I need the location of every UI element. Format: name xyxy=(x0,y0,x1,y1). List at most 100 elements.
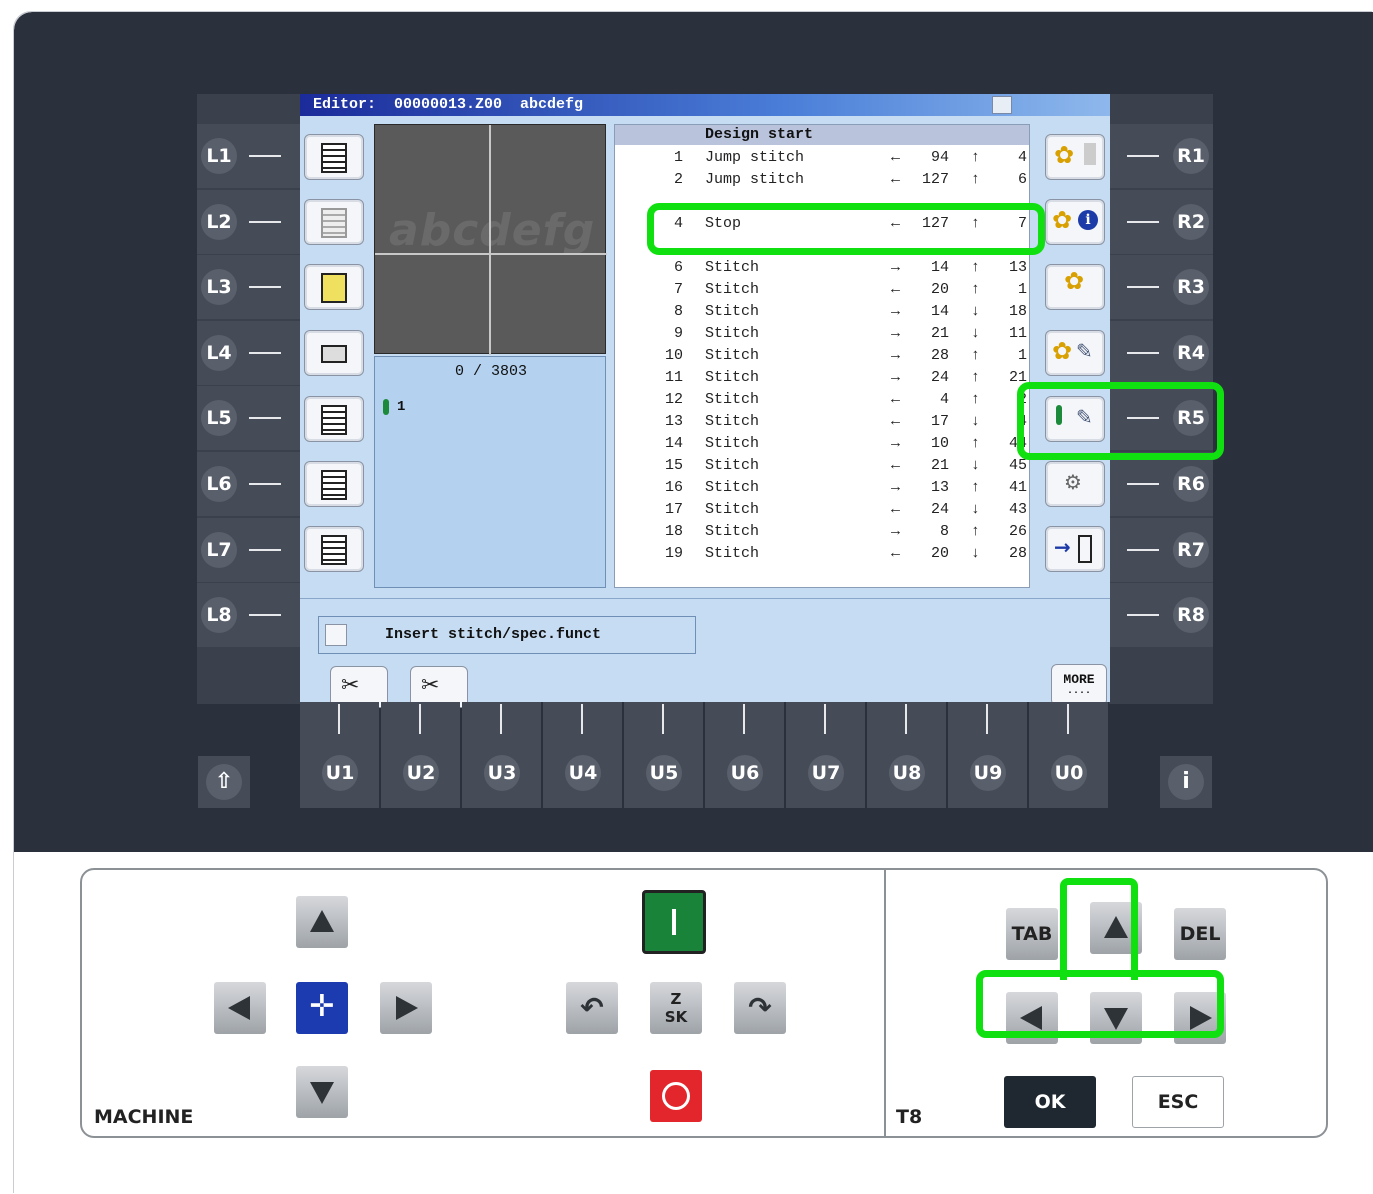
stitch-row[interactable]: 11 Stitch → 24 ↑ 21 xyxy=(615,367,1029,389)
stitch-counter: 0 / 3803 xyxy=(454,363,527,380)
function-key-u3[interactable]: U3 xyxy=(462,702,541,808)
x-value: 17 xyxy=(930,413,949,430)
more-button[interactable]: MORE.... xyxy=(1051,664,1107,706)
spools-icon[interactable] xyxy=(304,330,364,376)
stitch-row[interactable]: 19 Stitch ← 20 ↓ 28 xyxy=(615,543,1029,565)
design-tools-icon[interactable]: ✿ ✎ xyxy=(1045,330,1105,376)
function-key-label: U8 xyxy=(889,755,925,791)
soft-key-l7[interactable]: L7 xyxy=(197,518,301,582)
move-frame-button[interactable]: ✛ xyxy=(296,982,348,1034)
machine-up-button[interactable] xyxy=(296,896,348,948)
info-button[interactable]: i xyxy=(1160,756,1212,808)
design-flower-icon[interactable]: ✿ xyxy=(1045,134,1105,180)
machine-left-button[interactable] xyxy=(214,982,266,1034)
x-value: 28 xyxy=(930,347,949,364)
soft-key-r8[interactable]: R8 xyxy=(1109,583,1213,647)
function-key-u5[interactable]: U5 xyxy=(624,702,703,808)
stitch-row[interactable]: 6 Stitch → 14 ↑ 13 xyxy=(615,257,1029,279)
stitch-row[interactable]: 10 Stitch → 28 ↑ 1 xyxy=(615,345,1029,367)
back-button[interactable]: ↶ xyxy=(566,982,618,1034)
connector-line xyxy=(1127,614,1159,616)
display-unit: L1 L2 L3 L4 L5 L6 L7 L8 R1 R2 R3 R4 R5 R… xyxy=(14,12,1373,852)
cursor-up-key[interactable] xyxy=(1090,902,1142,954)
del-key[interactable]: DEL xyxy=(1174,908,1226,960)
zsk-button[interactable]: Z SK xyxy=(650,982,702,1034)
function-key-u1[interactable]: U1 xyxy=(300,702,379,808)
function-key-row: U1 U2 U3 U4 U5 U6 U7 U8 U9 U0 xyxy=(300,702,1110,808)
soft-key-r4[interactable]: R4 xyxy=(1109,321,1213,385)
function-key-u4[interactable]: U4 xyxy=(543,702,622,808)
xy-view-icon[interactable] xyxy=(304,134,364,180)
connector-line xyxy=(249,614,281,616)
connector-line xyxy=(1127,352,1159,354)
soft-key-l2[interactable]: L2 xyxy=(197,190,301,254)
stitch-row[interactable]: 1 Jump stitch ← 94 ↑ 4 xyxy=(615,147,1029,169)
design-info-icon[interactable]: ✿ i xyxy=(1045,199,1105,245)
stop-icon xyxy=(662,1082,690,1110)
delete-stitch-icon[interactable] xyxy=(304,396,364,442)
stitch-row[interactable]: 8 Stitch → 14 ↓ 18 xyxy=(615,301,1029,323)
tab-key[interactable]: TAB xyxy=(1006,908,1058,960)
stitch-row[interactable]: 17 Stitch ← 24 ↓ 43 xyxy=(615,499,1029,521)
stitch-list[interactable]: Design start 1 Jump stitch ← 94 ↑ 4 2 Jump stit… xyxy=(614,124,1030,588)
function-key-u0[interactable]: U0 xyxy=(1029,702,1108,808)
soft-key-label: R7 xyxy=(1173,532,1209,568)
stitch-row[interactable]: 13 Stitch ← 17 ↓ 4 xyxy=(615,411,1029,433)
cursor-down-key[interactable] xyxy=(1090,992,1142,1044)
forward-button[interactable]: ↷ xyxy=(734,982,786,1034)
stop-button[interactable] xyxy=(650,1070,702,1122)
needle-tools-icon[interactable]: ✎ xyxy=(1045,396,1105,442)
xy-sum-icon[interactable] xyxy=(304,199,364,245)
soft-key-r2[interactable]: R2 xyxy=(1109,190,1213,254)
stitch-row[interactable]: 12 Stitch ← 4 ↑ 2 xyxy=(615,389,1029,411)
connector-line xyxy=(1127,417,1159,419)
function-key-u6[interactable]: U6 xyxy=(705,702,784,808)
gears-icon[interactable]: ⚙ xyxy=(1045,461,1105,507)
soft-key-l6[interactable]: L6 xyxy=(197,452,301,516)
stitch-row[interactable]: 15 Stitch ← 21 ↓ 45 xyxy=(615,455,1029,477)
stitch-type: Stitch xyxy=(705,501,760,518)
function-key-u2[interactable]: U2 xyxy=(381,702,460,808)
soft-key-r1[interactable]: R1 xyxy=(1109,124,1213,188)
esc-key[interactable]: ESC xyxy=(1132,1076,1224,1128)
stitch-row[interactable]: 18 Stitch → 8 ↑ 26 xyxy=(615,521,1029,543)
y-value: 2 xyxy=(1017,391,1027,408)
function-key-u8[interactable]: U8 xyxy=(867,702,946,808)
soft-key-l1[interactable]: L1 xyxy=(197,124,301,188)
insert-delete-icon[interactable] xyxy=(304,526,364,572)
list-glyph xyxy=(321,143,347,173)
y-direction: ↑ xyxy=(971,171,981,188)
list-header: Design start xyxy=(615,125,1029,145)
soft-key-l4[interactable]: L4 xyxy=(197,321,301,385)
stitch-row[interactable]: 7 Stitch ← 20 ↑ 1 xyxy=(615,279,1029,301)
insert-stitch-icon xyxy=(325,624,347,646)
cursor-right-key[interactable] xyxy=(1174,992,1226,1044)
insert-stitch-icon[interactable] xyxy=(304,461,364,507)
machine-right-button[interactable] xyxy=(380,982,432,1034)
arrow-left-icon xyxy=(1020,1006,1042,1030)
soft-key-l3[interactable]: L3 xyxy=(197,255,301,319)
stitch-row[interactable]: 9 Stitch → 21 ↓ 11 xyxy=(615,323,1029,345)
soft-key-r6[interactable]: R6 xyxy=(1109,452,1213,516)
soft-key-r7[interactable]: R7 xyxy=(1109,518,1213,582)
stitch-row[interactable]: 14 Stitch → 10 ↑ 44 xyxy=(615,433,1029,455)
crosshair-vertical xyxy=(489,125,491,355)
function-key-u7[interactable]: U7 xyxy=(786,702,865,808)
arrow-up-icon xyxy=(1104,916,1128,938)
stitch-row[interactable]: 16 Stitch → 13 ↑ 41 xyxy=(615,477,1029,499)
exit-icon[interactable]: → xyxy=(1045,526,1105,572)
soft-key-r3[interactable]: R3 xyxy=(1109,255,1213,319)
start-button[interactable] xyxy=(642,890,706,954)
machine-down-button[interactable] xyxy=(296,1066,348,1118)
function-key-u9[interactable]: U9 xyxy=(948,702,1027,808)
soft-key-l8[interactable]: L8 xyxy=(197,583,301,647)
shift-button[interactable]: ⇧ xyxy=(198,756,250,808)
stitch-row[interactable]: 2 Jump stitch ← 127 ↑ 6 xyxy=(615,169,1029,191)
design-rotate-icon[interactable]: ✿ xyxy=(1045,264,1105,310)
stitch-row[interactable]: 4 Stop ← 127 ↑ 7 xyxy=(615,213,1029,235)
cursor-left-key[interactable] xyxy=(1006,992,1058,1044)
ok-key[interactable]: OK xyxy=(1004,1076,1096,1128)
soft-key-r5[interactable]: R5 xyxy=(1109,386,1213,450)
soft-key-l5[interactable]: L5 xyxy=(197,386,301,450)
needle-stop-icon[interactable] xyxy=(304,264,364,310)
